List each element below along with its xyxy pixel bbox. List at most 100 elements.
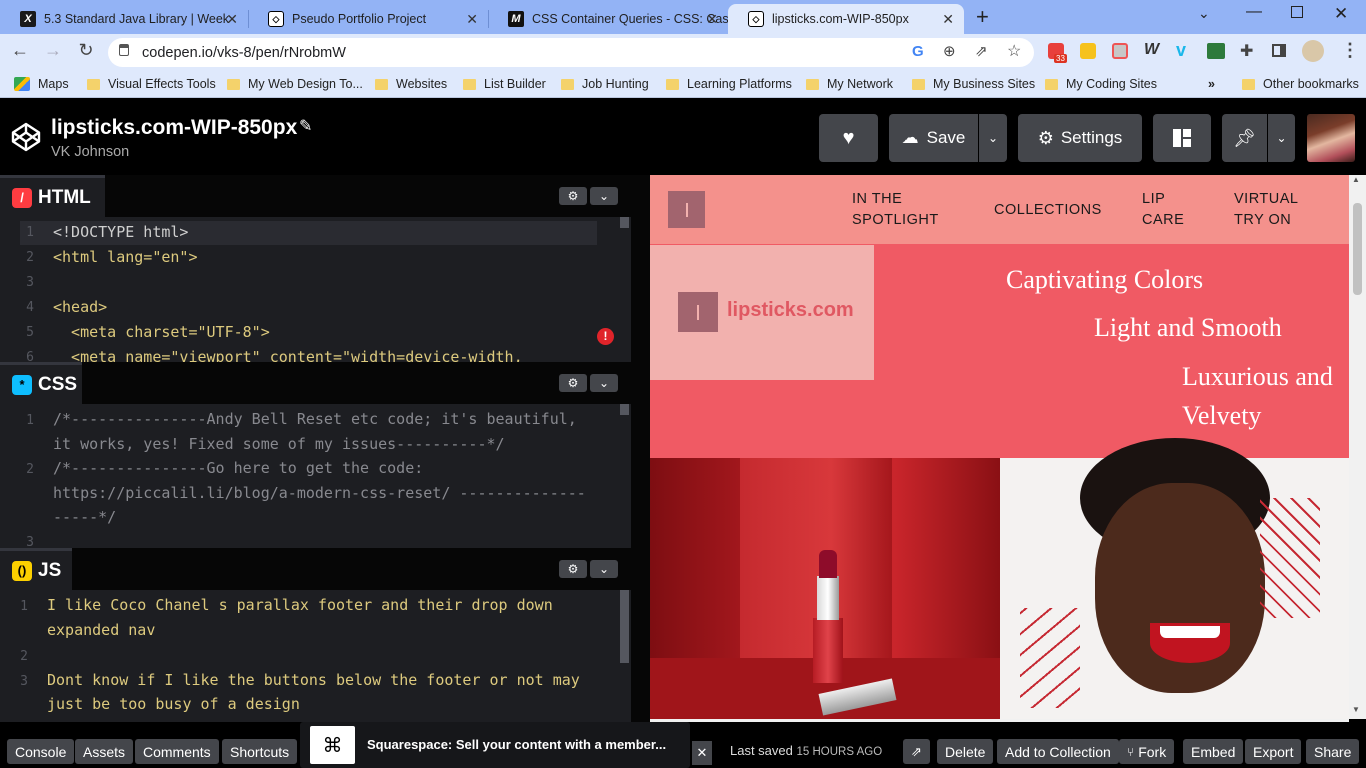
pin-button[interactable]: 📌︎ <box>1222 114 1267 162</box>
layout-button[interactable] <box>1153 114 1211 162</box>
bookmarks-overflow-button[interactable]: » <box>1208 77 1215 91</box>
codepen-logo-icon[interactable] <box>10 121 42 153</box>
error-icon[interactable]: ! <box>597 328 614 345</box>
reload-icon[interactable]: ↻ <box>74 40 98 61</box>
save-dropdown-button[interactable]: ⌄ <box>979 114 1007 162</box>
forward-icon[interactable]: → <box>41 40 65 61</box>
close-window-button[interactable]: ✕ <box>1334 4 1348 24</box>
save-button[interactable]: ☁ Save <box>889 114 978 162</box>
keep-icon[interactable] <box>1080 43 1096 59</box>
close-icon[interactable]: ✕ <box>226 11 238 28</box>
new-tab-button[interactable]: + <box>976 4 989 30</box>
editor-scrollbar[interactable] <box>619 590 631 722</box>
nav-link-text: CARE <box>1142 212 1185 228</box>
menu-icon[interactable]: ⋮ <box>1341 40 1359 61</box>
editor-scrollbar[interactable] <box>619 217 631 362</box>
pen-author[interactable]: VK Johnson <box>51 144 129 160</box>
editor-collapse-button[interactable]: ⌄ <box>590 560 618 578</box>
bookmark-folder[interactable]: Learning Platforms <box>666 77 792 91</box>
html-editor-tab[interactable]: / HTML <box>0 175 105 217</box>
bookmark-maps[interactable]: Maps <box>14 77 69 91</box>
add-to-collection-button[interactable]: Add to Collection <box>997 739 1119 764</box>
pen-title[interactable]: lipsticks.com-WIP-850px <box>51 116 297 140</box>
tab-pseudo-portfolio[interactable]: ◇ Pseudo Portfolio Project ✕ <box>248 4 488 34</box>
pane-resizer[interactable] <box>631 175 650 722</box>
bookmark-folder[interactable]: My Network <box>806 77 893 91</box>
embed-button[interactable]: Embed <box>1183 739 1244 764</box>
bookmark-folder[interactable]: Job Hunting <box>561 77 649 91</box>
nav-link-collections[interactable]: COLLECTIONS <box>994 200 1102 221</box>
profile-avatar[interactable] <box>1302 40 1324 62</box>
tab-java-library[interactable]: X 5.3 Standard Java Library | Week ✕ <box>0 4 248 34</box>
puzzle-icon[interactable]: ✚ <box>1240 41 1253 61</box>
zoom-icon[interactable]: ⊕ <box>943 42 956 60</box>
close-icon[interactable]: ✕ <box>942 11 954 28</box>
url-text[interactable]: codepen.io/vks-8/pen/rNrobmW <box>142 45 346 61</box>
bookmark-folder[interactable]: List Builder <box>463 77 546 91</box>
code-line: <meta charset="UTF-8"> <box>53 323 270 341</box>
preview-frame[interactable]: IN THE SPOTLIGHT COLLECTIONS LIP CARE VI… <box>650 175 1349 719</box>
extension-icon[interactable] <box>1112 43 1128 59</box>
console-button[interactable]: Console <box>7 739 75 764</box>
bookmark-folder[interactable]: My Coding Sites <box>1045 77 1157 91</box>
nav-logo-icon[interactable] <box>668 191 705 228</box>
comments-button[interactable]: Comments <box>135 739 219 764</box>
extension-icon[interactable]: W <box>1144 41 1159 59</box>
js-editor-body[interactable]: 1 I like Coco Chanel s parallax footer a… <box>0 590 631 722</box>
user-avatar[interactable] <box>1307 114 1355 162</box>
delete-button[interactable]: Delete <box>937 739 994 764</box>
bookmark-other[interactable]: Other bookmarks <box>1242 77 1359 91</box>
shortcuts-button[interactable]: Shortcuts <box>222 739 298 764</box>
close-icon[interactable]: ✕ <box>706 11 718 28</box>
extension-icon[interactable] <box>1207 43 1225 59</box>
side-panel-icon[interactable] <box>1272 44 1286 57</box>
nav-link-virtual-try-on[interactable]: VIRTUAL TRY ON <box>1234 189 1298 231</box>
bookmark-folder[interactable]: Websites <box>375 77 447 91</box>
tab-search-icon[interactable]: ⌄ <box>1198 5 1210 22</box>
google-icon[interactable]: G <box>912 43 924 60</box>
editor-settings-button[interactable]: ⚙ <box>559 560 587 578</box>
settings-button[interactable]: ⚙ Settings <box>1018 114 1142 162</box>
open-external-button[interactable]: ⇗ <box>903 739 930 764</box>
bookmark-folder[interactable]: My Web Design To... <box>227 77 363 91</box>
js-editor-tab[interactable]: () JS <box>0 548 72 590</box>
bookmark-folder[interactable]: Visual Effects Tools <box>87 77 216 91</box>
pin-dropdown-button[interactable]: ⌄ <box>1268 114 1295 162</box>
tab-css-container-queries[interactable]: M CSS Container Queries - CSS: Cas ✕ <box>488 4 728 34</box>
back-icon[interactable]: ← <box>8 40 32 61</box>
editor-settings-button[interactable]: ⚙ <box>559 187 587 205</box>
html-editor-body[interactable]: 1 <!DOCTYPE html> 2 <html lang="en"> 3 4… <box>0 217 631 362</box>
share-button[interactable]: Share <box>1306 739 1360 764</box>
export-button[interactable]: Export <box>1245 739 1302 764</box>
fork-button[interactable]: ⑂ Fork <box>1119 739 1175 764</box>
folder-icon <box>561 78 574 90</box>
tab-lipsticks[interactable]: ◇ lipsticks.com-WIP-850px ✕ <box>728 4 964 34</box>
bookmark-folder[interactable]: My Business Sites <box>912 77 1035 91</box>
css-editor-body[interactable]: 1 /*---------------Andy Bell Reset etc c… <box>0 404 631 548</box>
bookmark-star-icon[interactable]: ☆ <box>1007 41 1021 61</box>
ad-text[interactable]: Squarespace: Sell your content with a me… <box>367 737 666 752</box>
edit-pencil-icon[interactable]: ✎ <box>299 116 312 136</box>
bookmark-label: List Builder <box>484 77 546 91</box>
css-editor-tab[interactable]: * CSS <box>0 362 82 404</box>
share-page-icon[interactable]: ⇗ <box>975 42 988 60</box>
code-line: just be too busy of a design <box>47 695 300 713</box>
bookmark-label: Job Hunting <box>582 77 649 91</box>
close-icon[interactable]: ✕ <box>466 11 478 28</box>
lock-icon <box>119 44 129 56</box>
editor-scrollbar[interactable] <box>619 404 631 548</box>
editor-collapse-button[interactable]: ⌄ <box>590 187 618 205</box>
nav-link-spotlight[interactable]: IN THE SPOTLIGHT <box>852 189 939 231</box>
logo-mark-icon <box>678 292 718 332</box>
close-ad-button[interactable]: ✕ <box>692 741 712 765</box>
vimeo-icon[interactable]: v <box>1176 40 1186 61</box>
code-line: -----*/ <box>53 508 117 526</box>
minimize-button[interactable]: — <box>1246 3 1262 21</box>
assets-button[interactable]: Assets <box>75 739 134 764</box>
editor-settings-button[interactable]: ⚙ <box>559 374 587 392</box>
preview-vertical-scrollbar[interactable]: ▲ ▼ <box>1349 175 1366 719</box>
editor-collapse-button[interactable]: ⌄ <box>590 374 618 392</box>
nav-link-lip-care[interactable]: LIP CARE <box>1142 189 1184 231</box>
maximize-button[interactable] <box>1291 6 1303 18</box>
heart-button[interactable]: ♥ <box>819 114 878 162</box>
